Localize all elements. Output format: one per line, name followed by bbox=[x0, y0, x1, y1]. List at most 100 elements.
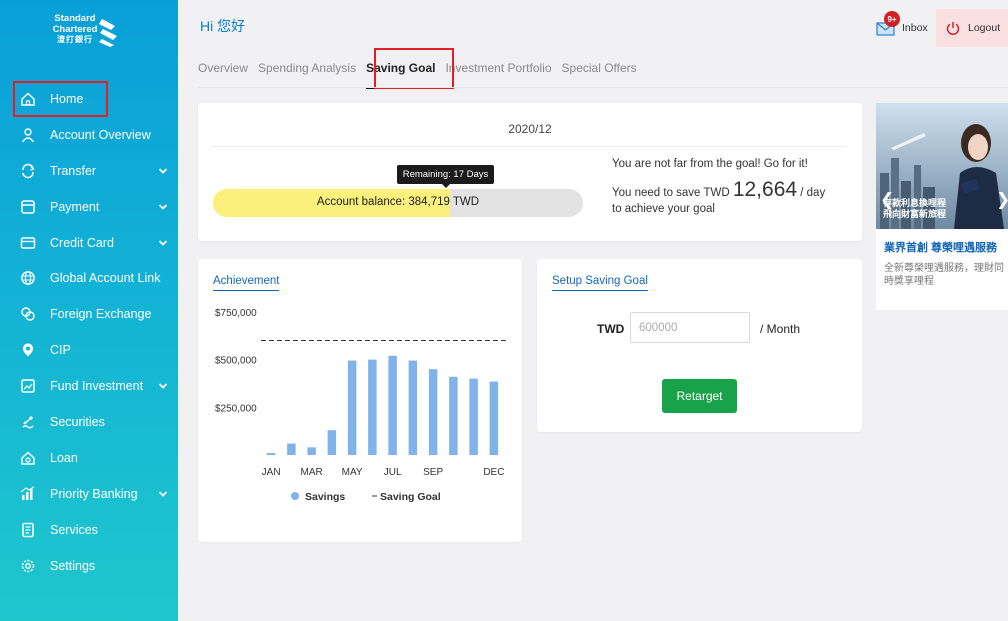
tab-investment-portfolio[interactable]: Investment Portfolio bbox=[445, 61, 551, 83]
achievement-card: Achievement $750,000 $500,000 $250,000 JAN M… bbox=[198, 259, 522, 542]
securities-icon bbox=[22, 416, 34, 429]
setup-saving-goal-card: Setup Saving Goal TWD / Month Retarget bbox=[537, 259, 862, 432]
sidebar-item-label: Credit Card bbox=[50, 235, 114, 250]
services-icon bbox=[22, 522, 34, 537]
x-tick-label: SEP bbox=[423, 467, 443, 478]
goal-amount-input[interactable] bbox=[630, 312, 750, 343]
goal-divider bbox=[211, 146, 846, 147]
savings-bar bbox=[327, 430, 337, 455]
inbox-badge: 9+ bbox=[884, 11, 900, 27]
goal-message-line1: You are not far from the goal! Go for it… bbox=[612, 158, 808, 170]
tab-overview[interactable]: Overview bbox=[198, 61, 248, 83]
tab-spending-analysis[interactable]: Spending Analysis bbox=[258, 61, 356, 83]
logout-button[interactable]: Logout bbox=[936, 9, 1008, 47]
sidebar-item-payment[interactable]: Payment bbox=[0, 189, 178, 225]
globe-icon bbox=[21, 271, 35, 286]
saving-goal-card: 2020/12 Remaining: 17 Days Account balan… bbox=[198, 103, 862, 241]
sidebar-item-label: Loan bbox=[50, 450, 78, 465]
inbox-button[interactable]: 9+ Inbox bbox=[876, 11, 928, 41]
sidebar-item-account-overview[interactable]: Account Overview bbox=[0, 117, 178, 153]
sidebar-item-global-account-link[interactable]: Global Account Link bbox=[0, 260, 178, 296]
remaining-days-tooltip: Remaining: 17 Days bbox=[397, 165, 494, 188]
tab-highlight-box bbox=[374, 48, 454, 89]
chevron-down-icon[interactable] bbox=[158, 202, 168, 212]
chevron-down-icon[interactable] bbox=[158, 489, 168, 499]
user-icon bbox=[21, 128, 35, 143]
y-tick-label: $750,000 bbox=[215, 308, 257, 319]
sidebar-item-label: Settings bbox=[50, 558, 96, 573]
chevron-down-icon[interactable] bbox=[158, 238, 168, 248]
y-tick-label: $500,000 bbox=[215, 356, 257, 367]
goal-progress-bar: Account balance: 384,719 TWD bbox=[213, 189, 583, 217]
promo-caption-2: 飛向財富新旅程 bbox=[883, 209, 947, 219]
savings-bar bbox=[368, 359, 377, 455]
exchange-icon bbox=[21, 307, 35, 321]
sidebar-item-label: Transfer bbox=[50, 163, 97, 178]
retarget-button[interactable]: Retarget bbox=[662, 379, 737, 413]
legend-savings-label: Savings bbox=[305, 491, 345, 503]
x-tick-label: MAR bbox=[301, 467, 323, 478]
home-icon bbox=[21, 92, 35, 106]
y-tick-label: $250,000 bbox=[215, 403, 257, 414]
sidebar-item-label: Services bbox=[50, 522, 98, 537]
priority-icon bbox=[20, 486, 35, 500]
greeting: Hi 您好 bbox=[200, 18, 246, 34]
need-prefix: You need to save TWD bbox=[612, 187, 733, 199]
sidebar-item-settings[interactable]: Settings bbox=[0, 548, 178, 584]
sidebar-item-priority-banking[interactable]: Priority Banking bbox=[0, 476, 178, 512]
promo-banner[interactable]: 存款利息換哩程 飛向財富新旅程 ❮ ❯ 業界首創 尊榮哩遇服務 全新尊榮哩遇服務… bbox=[876, 103, 1008, 310]
carousel-next-icon[interactable]: ❯ bbox=[996, 190, 1008, 210]
brand-line-1: Standard bbox=[54, 13, 96, 24]
account-balance-label: Account balance: 384,719 TWD bbox=[316, 196, 480, 208]
chevron-down-icon[interactable] bbox=[158, 381, 168, 391]
currency-label: TWD bbox=[597, 322, 625, 336]
chevron-down-icon[interactable] bbox=[158, 166, 168, 176]
sidebar-item-cip[interactable]: CIP bbox=[0, 332, 178, 368]
savings-bar bbox=[307, 447, 316, 455]
sidebar-item-label: Securities bbox=[50, 414, 105, 429]
sidebar-item-label: Home bbox=[50, 91, 84, 106]
per-month-label: / Month bbox=[760, 322, 801, 336]
standard-chartered-logo[interactable]: Standard Chartered 渣打銀行 bbox=[52, 13, 128, 58]
daily-amount: 12,664 bbox=[732, 178, 798, 201]
gear-icon bbox=[21, 559, 35, 572]
goal-message: You are not far from the goal! Go for it… bbox=[612, 158, 825, 215]
sidebar-item-credit-card[interactable]: Credit Card bbox=[0, 225, 178, 261]
tab-special-offers[interactable]: Special Offers bbox=[562, 61, 637, 83]
need-suffix: / day bbox=[797, 187, 826, 199]
top-bar: Hi 您好 9+ Inbox Logout Overview Spending A… bbox=[178, 0, 1008, 89]
goal-message-line3: to achieve your goal bbox=[612, 203, 715, 215]
savings-bar bbox=[469, 378, 478, 455]
transfer-icon bbox=[22, 163, 35, 178]
sidebar-item-transfer[interactable]: Transfer bbox=[0, 153, 178, 189]
sidebar-item-label: Global Account Link bbox=[50, 271, 161, 286]
savings-bar bbox=[347, 360, 357, 455]
goal-period: 2020/12 bbox=[508, 122, 552, 136]
promo-headline: 業界首創 尊榮哩遇服務 bbox=[884, 242, 998, 254]
sidebar-item-foreign-exchange[interactable]: Foreign Exchange bbox=[0, 296, 178, 332]
savings-bar bbox=[266, 453, 276, 455]
tab-divider bbox=[198, 87, 1008, 88]
savings-bar bbox=[449, 376, 458, 455]
x-tick-label: MAY bbox=[342, 467, 363, 478]
credit-card-icon bbox=[20, 236, 36, 249]
sidebar-item-fund-investment[interactable]: Fund Investment bbox=[0, 368, 178, 404]
sidebar-item-loan[interactable]: Loan bbox=[0, 440, 178, 476]
savings-bar bbox=[408, 360, 418, 455]
sidebar: Standard Chartered 渣打銀行 Home Account Over… bbox=[0, 0, 178, 621]
payment-icon bbox=[21, 199, 35, 214]
carousel-prev-icon[interactable]: ❮ bbox=[880, 190, 894, 210]
sidebar-item-securities[interactable]: Securities bbox=[0, 404, 178, 440]
sidebar-nav: Home Account Overview Transfer Payment Credi… bbox=[0, 81, 178, 583]
savings-bar bbox=[388, 355, 397, 455]
sidebar-item-label: Account Overview bbox=[50, 127, 151, 142]
x-tick-label: JAN bbox=[262, 467, 281, 478]
setup-title: Setup Saving Goal bbox=[552, 275, 648, 291]
brand-line-2: Chartered bbox=[52, 23, 98, 35]
sidebar-item-services[interactable]: Services bbox=[0, 512, 178, 548]
sidebar-item-home[interactable]: Home bbox=[13, 81, 108, 117]
goal-message-line2: You need to save TWD 12,664 / day bbox=[612, 178, 825, 202]
envelope-icon: 9+ bbox=[876, 11, 900, 37]
legend-goal-label: Saving Goal bbox=[380, 491, 441, 503]
savings-bar bbox=[428, 369, 438, 455]
